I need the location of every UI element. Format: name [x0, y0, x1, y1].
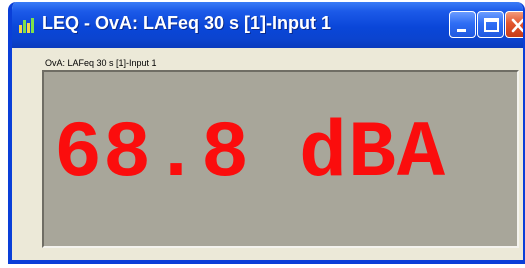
- maximize-icon: [484, 18, 499, 32]
- minimize-icon: [457, 29, 466, 32]
- panel-label: OvA: LAFeq 30 s [1]-Input 1: [45, 58, 157, 68]
- meter-display: 68.8 dBA: [42, 70, 519, 248]
- maximize-button[interactable]: [477, 11, 504, 38]
- leq-window: LEQ - OvA: LAFeq 30 s [1]-Input 1 OvA: L…: [8, 2, 525, 264]
- bar-chart-icon: [18, 16, 36, 34]
- close-icon: [511, 18, 523, 33]
- close-button[interactable]: [505, 11, 523, 38]
- meter-reading: 68.8 dBA: [54, 109, 447, 200]
- window-title: LEQ - OvA: LAFeq 30 s [1]-Input 1: [42, 13, 332, 33]
- title-bar[interactable]: LEQ - OvA: LAFeq 30 s [1]-Input 1: [12, 2, 523, 48]
- minimize-button[interactable]: [449, 11, 476, 38]
